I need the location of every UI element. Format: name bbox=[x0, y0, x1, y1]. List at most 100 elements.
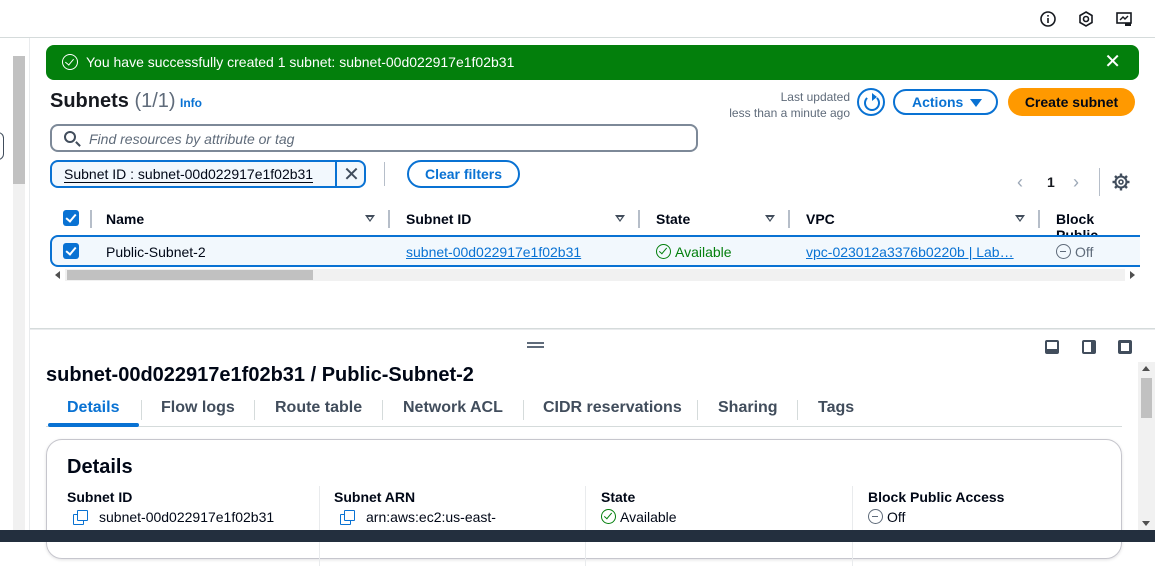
success-check-icon bbox=[62, 54, 78, 70]
page-number[interactable]: 1 bbox=[1047, 174, 1055, 190]
performance-icon[interactable] bbox=[1114, 9, 1134, 29]
status-icon[interactable] bbox=[1076, 9, 1096, 29]
filter-token[interactable]: Subnet ID : subnet-00d022917e1f02b31 ✕ bbox=[50, 160, 366, 188]
refresh-button[interactable] bbox=[857, 88, 885, 116]
tab-route-table[interactable]: Route table bbox=[275, 399, 362, 417]
active-tab-indicator bbox=[48, 423, 139, 427]
bottom-bar bbox=[0, 530, 1155, 542]
available-status-icon bbox=[656, 244, 671, 259]
detail-vertical-scrollbar[interactable] bbox=[1138, 362, 1155, 530]
subnet-id-value: subnet-00d022917e1f02b31 bbox=[99, 509, 275, 525]
tab-flow-logs[interactable]: Flow logs bbox=[161, 399, 235, 417]
detail-tabs: Details Flow logs Route table Network AC… bbox=[46, 395, 1122, 427]
left-navigation-rail bbox=[0, 38, 30, 530]
row-name: Public-Subnet-2 bbox=[106, 244, 206, 260]
sort-icon[interactable] bbox=[765, 215, 775, 222]
column-divider[interactable] bbox=[638, 210, 640, 228]
selection-count: (1/1) bbox=[134, 90, 176, 112]
scrollbar-thumb[interactable] bbox=[67, 270, 313, 280]
available-status-icon bbox=[601, 509, 616, 524]
column-divider bbox=[585, 486, 586, 566]
column-header-name[interactable]: Name bbox=[106, 211, 144, 227]
column-divider bbox=[90, 210, 92, 228]
last-updated-label: Last updated bbox=[780, 90, 850, 104]
row-block-public: Off bbox=[1056, 244, 1093, 260]
actions-label: Actions bbox=[912, 94, 964, 110]
off-status-icon bbox=[868, 509, 883, 524]
scroll-down-arrow-icon[interactable] bbox=[1142, 521, 1150, 526]
row-subnet-id-link[interactable]: subnet-00d022917e1f02b31 bbox=[406, 244, 581, 260]
table-horizontal-scrollbar[interactable] bbox=[55, 268, 1135, 282]
clear-filters-button[interactable]: Clear filters bbox=[407, 160, 520, 188]
select-all-checkbox[interactable] bbox=[63, 210, 79, 226]
success-flashbar: You have successfully created 1 subnet: … bbox=[46, 45, 1139, 80]
column-header-state[interactable]: State bbox=[656, 211, 690, 227]
nav-toggle-tab[interactable] bbox=[0, 132, 4, 160]
row-checkbox[interactable] bbox=[63, 243, 79, 259]
left-scrollbar-thumb[interactable] bbox=[13, 56, 25, 184]
caret-down-icon bbox=[970, 99, 982, 107]
sort-icon[interactable] bbox=[615, 215, 625, 222]
tab-cidr-reservations[interactable]: CIDR reservations bbox=[543, 399, 682, 417]
filter-divider bbox=[384, 162, 385, 186]
scroll-right-arrow-icon[interactable] bbox=[1130, 271, 1135, 279]
column-divider[interactable] bbox=[788, 210, 790, 228]
block-public-access-value: Off bbox=[887, 509, 906, 525]
tab-details[interactable]: Details bbox=[67, 399, 119, 417]
field-label-subnet-arn: Subnet ARN bbox=[334, 489, 416, 505]
panel-fullscreen-icon[interactable] bbox=[1118, 340, 1132, 354]
scroll-left-arrow-icon[interactable] bbox=[55, 271, 60, 279]
field-label-block-public-access: Block Public Access bbox=[868, 489, 1005, 505]
row-block-public-text: Off bbox=[1075, 244, 1094, 260]
detail-title: subnet-00d022917e1f02b31 / Public-Subnet… bbox=[46, 364, 474, 386]
drag-handle-icon[interactable] bbox=[527, 342, 544, 348]
column-divider bbox=[852, 486, 853, 566]
row-state: Available bbox=[656, 244, 732, 260]
last-updated-value: less than a minute ago bbox=[729, 106, 850, 120]
sort-icon[interactable] bbox=[365, 215, 375, 222]
tab-divider bbox=[254, 400, 255, 420]
column-divider[interactable] bbox=[388, 210, 390, 228]
info-icon[interactable] bbox=[1038, 9, 1058, 29]
tab-divider bbox=[382, 400, 383, 420]
field-value-subnet-arn: arn:aws:ec2:us-east- bbox=[340, 509, 496, 525]
sort-icon[interactable] bbox=[1015, 215, 1025, 222]
table-row[interactable]: Public-Subnet-2 subnet-00d022917e1f02b31… bbox=[50, 235, 1140, 267]
info-link[interactable]: Info bbox=[180, 96, 202, 110]
pagination-divider bbox=[1099, 168, 1100, 196]
remove-filter-button[interactable]: ✕ bbox=[335, 160, 366, 188]
column-divider[interactable] bbox=[1038, 210, 1040, 228]
filter-token-label[interactable]: Subnet ID : subnet-00d022917e1f02b31 bbox=[64, 167, 314, 183]
column-header-vpc[interactable]: VPC bbox=[806, 211, 835, 227]
scrollbar-thumb[interactable] bbox=[1141, 378, 1152, 418]
actions-dropdown-button[interactable]: Actions bbox=[893, 89, 998, 115]
next-page-icon[interactable]: › bbox=[1073, 172, 1079, 193]
panel-side-icon[interactable] bbox=[1082, 340, 1096, 354]
field-value-block-public-access: Off bbox=[868, 509, 905, 525]
state-value: Available bbox=[620, 509, 677, 525]
field-label-subnet-id: Subnet ID bbox=[67, 489, 133, 505]
dismiss-flash-button[interactable]: ✕ bbox=[1104, 52, 1121, 72]
scroll-up-arrow-icon[interactable] bbox=[1142, 366, 1150, 371]
tab-tags[interactable]: Tags bbox=[818, 399, 854, 417]
column-header-subnet-id[interactable]: Subnet ID bbox=[406, 211, 471, 227]
tab-network-acl[interactable]: Network ACL bbox=[403, 399, 503, 417]
settings-gear-icon[interactable] bbox=[1111, 172, 1131, 192]
flash-message: You have successfully created 1 subnet: … bbox=[86, 54, 515, 70]
details-heading: Details bbox=[67, 456, 133, 478]
last-updated: Last updated less than a minute ago bbox=[700, 89, 850, 121]
panel-bottom-icon[interactable] bbox=[1045, 340, 1059, 354]
row-vpc-link[interactable]: vpc-023012a3376b0220b | Lab… bbox=[806, 244, 1014, 260]
field-value-subnet-id: subnet-00d022917e1f02b31 bbox=[73, 509, 274, 525]
tab-divider bbox=[523, 400, 524, 420]
table-header: Name Subnet ID State VPC Block Public bbox=[50, 206, 1135, 243]
search-input[interactable]: Find resources by attribute or tag bbox=[50, 124, 698, 152]
tab-sharing[interactable]: Sharing bbox=[718, 399, 778, 417]
create-subnet-button[interactable]: Create subnet bbox=[1008, 88, 1135, 116]
top-bar bbox=[0, 0, 1155, 38]
previous-page-icon[interactable]: ‹ bbox=[1017, 172, 1023, 193]
copy-icon[interactable] bbox=[340, 510, 355, 525]
subnet-arn-value: arn:aws:ec2:us-east- bbox=[366, 509, 496, 525]
copy-icon[interactable] bbox=[73, 510, 88, 525]
page-title-text: Subnets bbox=[50, 90, 129, 112]
